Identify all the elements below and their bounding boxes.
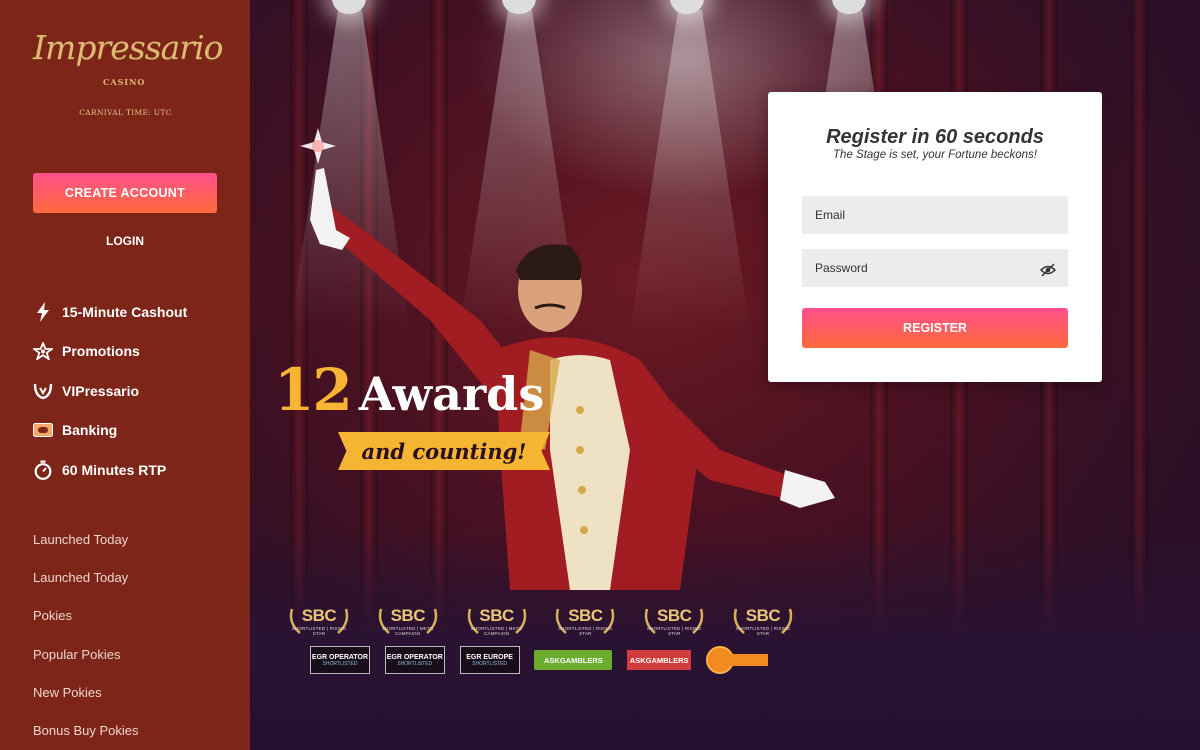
sbc-awards-row: SBC SHORTLISTED | RISING STAR SBC SHORTL… [286, 603, 796, 643]
ribbon-text: and counting! [361, 438, 527, 464]
sbc-award-badge: SBC SHORTLISTED | MKTG CAMPAIGN [464, 603, 530, 643]
register-title: Register in 60 seconds [826, 126, 1044, 148]
egr-title: EGR OPERATOR [386, 653, 443, 661]
lightning-icon [33, 301, 53, 322]
category-item[interactable]: New Pokies [33, 673, 233, 711]
sbc-award-badge: SBC SHORTLISTED | RISING STAR [552, 603, 618, 643]
awards-ribbon: and counting! [338, 432, 550, 470]
logo-subtitle: CASINO [103, 77, 146, 87]
egr-subtitle: SHORTLISTED [322, 660, 358, 667]
sbc-title: SBC [479, 606, 514, 625]
menu-item-label: 60 Minutes RTP [62, 461, 167, 478]
sidebar: Impressario CASINO CARNIVAL TIME: UTC CR… [0, 0, 250, 750]
award-ribbon-shape [729, 654, 768, 666]
other-awards-row: EGR OPERATOR SHORTLISTED EGR OPERATOR SH… [310, 645, 770, 675]
main-menu: 15-Minute Cashout Promotions VIPressario… [33, 292, 233, 490]
menu-item-banking[interactable]: Banking [33, 411, 233, 451]
askgamblers-red-badge: ASKGAMBLERS [627, 650, 692, 670]
awards-word: Awards [358, 367, 545, 421]
sbc-award-badge: SBC SHORTLISTED | RISING STAR [730, 603, 796, 643]
egr-award-badge: EGR OPERATOR SHORTLISTED [384, 646, 445, 674]
sbc-award-badge: SBC SHORTLISTED | RISING STAR [641, 603, 707, 643]
egr-subtitle: SHORTLISTED [472, 660, 508, 667]
create-account-button[interactable]: CREATE ACCOUNT [33, 173, 217, 213]
menu-item-rtp[interactable]: 60 Minutes RTP [33, 450, 233, 490]
banking-icon [33, 420, 53, 440]
sbc-subtitle: SHORTLISTED | RISING STAR [558, 626, 613, 636]
menu-item-label: VIPressario [62, 382, 140, 399]
sbc-award-badge: SBC SHORTLISTED | MKTG CAMPAIGN [375, 603, 441, 643]
egr-award-badge: EGR EUROPE SHORTLISTED [459, 646, 520, 674]
menu-item-label: Promotions [62, 343, 140, 360]
sbc-subtitle: SHORTLISTED | MKTG CAMPAIGN [381, 626, 434, 636]
sbc-subtitle: SHORTLISTED | RISING STAR [291, 626, 347, 636]
register-subtitle: The Stage is set, your Fortune beckons! [833, 149, 1037, 161]
category-item[interactable]: Launched Today [33, 520, 233, 558]
sbc-title: SBC [301, 606, 337, 625]
menu-item-vipressario[interactable]: VIPressario [33, 371, 233, 411]
password-field[interactable] [802, 249, 1068, 287]
category-menu: Launched Today Launched Today Pokies Pop… [33, 520, 233, 750]
register-card: Register in 60 seconds The Stage is set,… [768, 92, 1102, 382]
logo-wordmark: Impressario [33, 28, 223, 67]
carnival-time: CARNIVAL TIME: UTC [79, 108, 172, 117]
register-button[interactable]: REGISTER [802, 308, 1068, 348]
egr-title: EGR OPERATOR [311, 653, 369, 661]
sbc-title: SBC [390, 606, 426, 625]
egr-subtitle: SHORTLISTED [397, 660, 433, 667]
category-item[interactable]: Bonus Buy Pokies [33, 711, 233, 749]
orange-award-badge [705, 645, 770, 675]
category-item[interactable]: Pokies [33, 597, 233, 635]
star-icon [33, 341, 53, 361]
email-field[interactable] [802, 196, 1068, 234]
sbc-award-badge: SBC SHORTLISTED | RISING STAR [286, 603, 352, 643]
menu-item-label: 15-Minute Cashout [62, 303, 188, 320]
category-item[interactable]: Popular Pokies [33, 635, 233, 673]
stopwatch-icon [33, 460, 53, 480]
menu-item-promotions[interactable]: Promotions [33, 332, 233, 372]
sbc-title: SBC [745, 606, 781, 625]
awards-number: 12 [274, 356, 353, 424]
sbc-title: SBC [656, 606, 692, 625]
awards-headline: 12 Awards [274, 356, 544, 424]
menu-item-cashout[interactable]: 15-Minute Cashout [33, 292, 233, 332]
logo[interactable]: Impressario CASINO [33, 28, 223, 94]
sbc-title: SBC [568, 606, 603, 625]
askgamblers-green-badge: ASKGAMBLERS [534, 650, 613, 670]
egr-award-badge: EGR OPERATOR SHORTLISTED [310, 646, 370, 674]
sbc-subtitle: SHORTLISTED | MKTG CAMPAIGN [470, 626, 523, 636]
eye-off-icon[interactable] [1039, 262, 1057, 278]
egr-title: EGR EUROPE [466, 653, 513, 661]
page: Impressario CASINO CARNIVAL TIME: UTC CR… [0, 0, 1200, 750]
category-item[interactable]: Launched Today [33, 558, 233, 596]
sbc-subtitle: SHORTLISTED | RISING STAR [646, 626, 702, 636]
sbc-subtitle: SHORTLISTED | RISING STAR [735, 626, 791, 636]
login-button[interactable]: LOGIN [33, 228, 217, 254]
menu-item-label: Banking [62, 422, 118, 439]
vip-icon [33, 381, 53, 401]
